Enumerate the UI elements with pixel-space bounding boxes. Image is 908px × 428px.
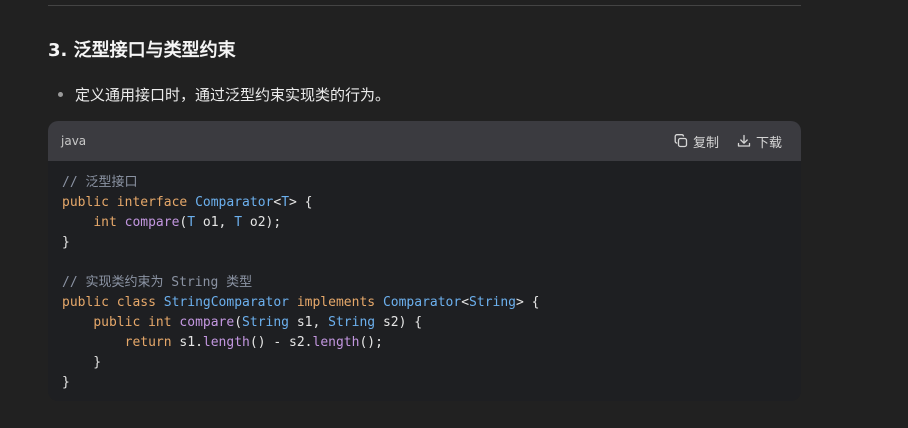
code-token: T xyxy=(281,195,290,210)
code-token: String xyxy=(328,315,376,330)
code-line: public int compare(String s1, String s2)… xyxy=(62,313,787,333)
chat-message-content: 3. 泛型接口与类型约束 定义通用接口时，通过泛型约束实现类的行为。 java … xyxy=(0,0,908,428)
code-line: } xyxy=(62,373,787,393)
code-actions: 复制 下载 xyxy=(656,132,782,151)
download-code-button[interactable]: 下载 xyxy=(737,132,782,151)
code-token: int xyxy=(93,215,117,230)
code-line: // 实现类约束为 String 类型 xyxy=(62,273,787,293)
code-token: } xyxy=(62,235,70,250)
code-line: public class StringComparator implements… xyxy=(62,293,787,313)
code-token: ( xyxy=(234,315,243,330)
code-line: } xyxy=(62,233,787,253)
copy-code-label: 复制 xyxy=(692,135,719,151)
code-line: } xyxy=(62,353,787,373)
code-token: compare xyxy=(179,315,235,330)
list-item-text: 定义通用接口时，通过泛型约束实现类的行为。 xyxy=(75,85,391,104)
copy-icon xyxy=(674,134,688,148)
code-token: T xyxy=(187,215,196,230)
list-item: 定义通用接口时，通过泛型约束实现类的行为。 xyxy=(58,82,390,106)
code-token: } xyxy=(62,355,102,370)
code-token: int xyxy=(148,315,172,330)
code-token: } xyxy=(62,375,70,390)
code-line: int compare(T o1, T o2); xyxy=(62,213,787,233)
code-line: public interface Comparator<T> { xyxy=(62,193,787,213)
code-token: o1, xyxy=(195,215,235,230)
code-language-label: java xyxy=(61,134,87,148)
code-token: length xyxy=(202,335,250,350)
code-token: String xyxy=(469,295,517,310)
code-token: return xyxy=(124,335,172,350)
code-token: () - s2. xyxy=(249,335,313,350)
code-token: s1. xyxy=(171,335,203,350)
section-divider xyxy=(48,5,801,6)
code-token: StringComparator xyxy=(163,295,289,310)
bullet-marker xyxy=(58,91,63,97)
copy-code-button[interactable]: 复制 xyxy=(674,132,719,151)
code-token: < xyxy=(273,195,282,210)
code-block: java 复制 下载 // 泛型接口 public interface Comp… xyxy=(48,121,801,401)
code-token: // 泛型接口 xyxy=(62,175,138,190)
code-token: s2) { xyxy=(375,315,423,330)
code-token: public xyxy=(93,315,141,330)
code-content[interactable]: // 泛型接口 public interface Comparator<T> { … xyxy=(48,161,801,401)
section-heading: 3. 泛型接口与类型约束 xyxy=(48,40,236,61)
code-token: Comparator xyxy=(382,295,462,310)
code-token: public xyxy=(62,295,109,310)
code-token: (); xyxy=(359,335,383,350)
code-token: > { xyxy=(516,295,540,310)
code-token: compare xyxy=(124,215,180,230)
code-token: o2); xyxy=(242,215,282,230)
download-icon xyxy=(737,134,751,147)
code-token: < xyxy=(461,295,470,310)
code-token: T xyxy=(234,215,243,230)
code-token: > { xyxy=(289,195,313,210)
code-line: return s1.length() - s2.length(); xyxy=(62,333,787,353)
code-token: Comparator xyxy=(195,195,274,210)
download-code-label: 下载 xyxy=(755,135,782,151)
code-token: interface xyxy=(116,195,188,210)
code-line: // 泛型接口 xyxy=(62,173,787,193)
code-token: s1, xyxy=(289,315,329,330)
code-token: String xyxy=(242,315,290,330)
code-block-header: java 复制 下载 xyxy=(48,121,801,161)
code-token: // 实现类约束为 String 类型 xyxy=(62,275,253,290)
code-token: implements xyxy=(296,295,376,310)
code-token: length xyxy=(312,335,360,350)
code-token: class xyxy=(116,295,156,310)
code-token: public xyxy=(62,195,109,210)
